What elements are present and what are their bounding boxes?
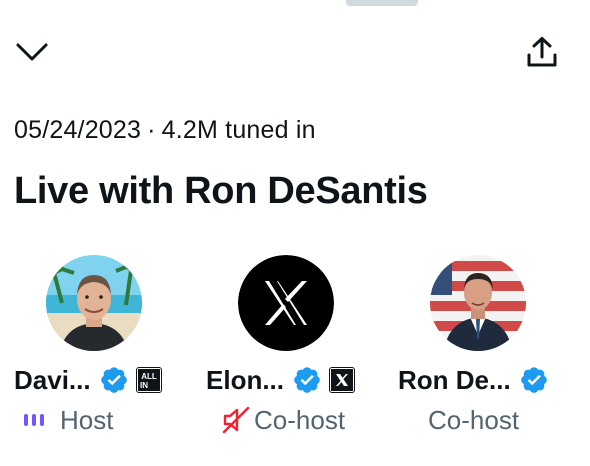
avatar[interactable] — [430, 255, 526, 351]
participant-role-row: Co-host — [222, 403, 345, 437]
participant-name: Ron De... — [398, 364, 511, 395]
share-button[interactable] — [520, 30, 564, 74]
participant-role-row: Host — [24, 403, 113, 437]
participant-role: Co-host — [428, 404, 520, 435]
avatar[interactable] — [46, 255, 142, 351]
space-date: 05/24/2023 — [14, 116, 142, 144]
participant-name: Elon... — [206, 364, 284, 395]
verified-badge-icon — [100, 367, 127, 393]
svg-text:IN: IN — [140, 381, 148, 390]
verified-badge-icon — [520, 367, 547, 393]
participant-role: Host — [60, 404, 114, 435]
mic-muted-icon — [222, 406, 250, 434]
participant-host[interactable]: Davi... ALL IN Host — [14, 255, 194, 445]
space-title: Live with Ron DeSantis — [14, 170, 428, 212]
participant-cohost[interactable]: Elon... Co-host — [206, 255, 386, 445]
meta-separator: · — [147, 116, 156, 144]
participant-name-row: Elon... — [206, 363, 355, 397]
chevron-down-icon — [16, 43, 48, 61]
participant-cohost[interactable]: Ron De... Co-host — [398, 255, 578, 445]
drag-handle[interactable] — [346, 0, 418, 6]
top-bar — [0, 30, 590, 74]
svg-text:ALL: ALL — [141, 372, 157, 381]
speaking-bars-icon — [24, 414, 48, 426]
participant-name: Davi... — [14, 364, 91, 395]
space-meta: 05/24/2023 · 4.2M tuned in — [14, 116, 316, 145]
participant-role-row: Co-host — [428, 403, 519, 437]
collapse-button[interactable] — [12, 34, 52, 70]
share-upload-icon — [527, 37, 557, 67]
x-badge-icon — [329, 367, 355, 393]
participant-name-row: Davi... ALL IN — [14, 363, 162, 397]
participant-name-row: Ron De... — [398, 363, 549, 397]
listener-count: 4.2M tuned in — [161, 116, 316, 144]
avatar[interactable] — [238, 255, 334, 351]
participants-list: Davi... ALL IN Host Elon... Co-host Ron … — [0, 255, 590, 445]
verified-badge-icon — [294, 367, 320, 393]
all-in-badge-icon: ALL IN — [135, 367, 162, 393]
participant-role: Co-host — [254, 404, 346, 435]
